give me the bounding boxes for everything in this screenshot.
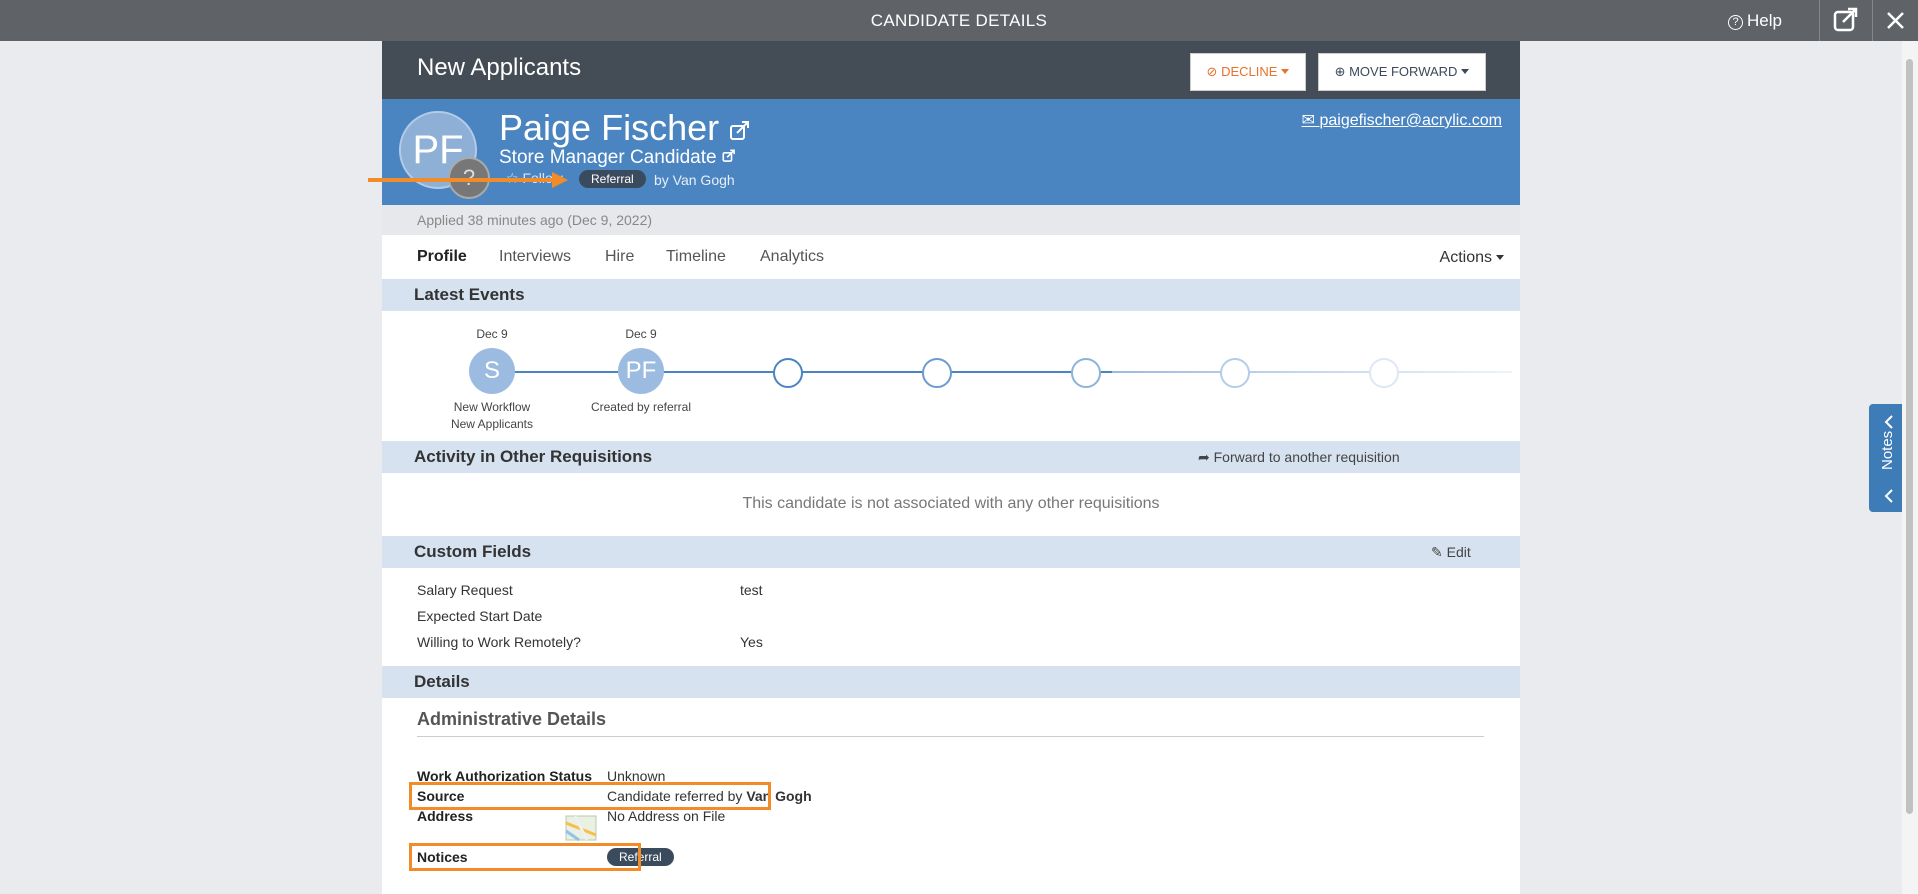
referral-badge: Referral <box>579 170 646 188</box>
details-header: Details <box>382 666 1520 698</box>
scrollbar-thumb[interactable] <box>1906 59 1913 814</box>
event-node[interactable]: PF <box>618 348 664 394</box>
help-label: Help <box>1747 11 1782 30</box>
decline-label: DECLINE <box>1221 64 1278 79</box>
event-caption-line: New Applicants <box>450 417 534 431</box>
actions-label: Actions <box>1439 249 1492 266</box>
decline-button[interactable]: ⊘ DECLINE <box>1190 53 1306 91</box>
tab-interviews[interactable]: Interviews <box>499 248 571 266</box>
forward-label: Forward to another requisition <box>1213 449 1400 465</box>
custom-fields-header: Custom Fields ✎ Edit <box>382 536 1520 568</box>
events-timeline: Dec 9 S New Workflow New Applicants Dec … <box>382 311 1520 441</box>
actions-menu[interactable]: Actions <box>1440 249 1504 267</box>
address-label: Address <box>417 808 474 824</box>
candidate-role-text: Store Manager Candidate <box>499 147 717 168</box>
email-text: paigefischer@acrylic.com <box>1319 112 1502 129</box>
edit-link-icon[interactable] <box>729 120 751 142</box>
move-forward-button[interactable]: ⊕ MOVE FORWARD <box>1318 53 1486 91</box>
field-value: test <box>740 582 763 598</box>
field-value: Yes <box>740 634 763 650</box>
empty-step <box>1220 358 1250 388</box>
profile-tabs: Profile Interviews Hire Timeline Analyti… <box>382 235 1520 279</box>
empty-step <box>1369 358 1399 388</box>
external-link-icon <box>1833 7 1858 32</box>
edit-label: Edit <box>1446 544 1471 560</box>
scrollbar[interactable] <box>1902 41 1918 894</box>
applied-bar: Applied 38 minutes ago (Dec 9, 2022) <box>382 205 1520 235</box>
custom-fields-title: Custom Fields <box>414 542 532 561</box>
chevron-down-icon <box>1461 69 1470 74</box>
details-title: Details <box>414 672 470 691</box>
event-date: Dec 9 <box>476 327 508 341</box>
field-label: Expected Start Date <box>417 608 543 624</box>
chevron-down-icon <box>1281 69 1290 74</box>
forward-circle-icon: ⊕ <box>1334 64 1346 79</box>
forward-requisition-link[interactable]: ➦ Forward to another requisition <box>1198 449 1400 466</box>
tab-hire[interactable]: Hire <box>605 248 634 266</box>
empty-step <box>773 358 803 388</box>
help-link[interactable]: ? Help <box>1728 0 1782 41</box>
candidate-email[interactable]: ✉ paigefischer@acrylic.com <box>1302 110 1502 130</box>
edit-link-icon[interactable] <box>722 149 736 163</box>
empty-step <box>1071 358 1101 388</box>
address-value: No Address on File <box>607 808 726 824</box>
help-icon: ? <box>1728 15 1744 30</box>
candidate-panel: New Applicants ⊘ DECLINE ⊕ MOVE FORWARD … <box>382 41 1520 894</box>
envelope-icon: ✉ <box>1301 112 1316 129</box>
field-label: Salary Request <box>417 582 513 598</box>
referrer-byline: by Van Gogh <box>654 172 735 188</box>
empty-step <box>922 358 952 388</box>
timeline-line-fade <box>1112 371 1512 373</box>
move-forward-label: MOVE FORWARD <box>1349 64 1458 79</box>
activity-header: Activity in Other Requisitions ➦ Forward… <box>382 441 1520 473</box>
field-label: Willing to Work Remotely? <box>417 634 581 650</box>
divider <box>417 736 1484 737</box>
source-highlight <box>409 782 771 810</box>
applied-text: Applied 38 minutes ago (Dec 9, 2022) <box>417 212 653 228</box>
annotation-arrow-icon <box>368 172 568 188</box>
tab-analytics[interactable]: Analytics <box>760 248 824 266</box>
stage-bar: New Applicants ⊘ DECLINE ⊕ MOVE FORWARD <box>382 41 1520 99</box>
stage-title: New Applicants <box>417 54 582 81</box>
notes-label: Notes <box>1879 430 1896 470</box>
candidate-name-text: Paige Fischer <box>499 107 720 148</box>
chevron-down-icon <box>1496 255 1504 260</box>
close-button[interactable] <box>1872 0 1918 41</box>
candidate-name[interactable]: Paige Fischer <box>499 107 751 149</box>
activity-title: Activity in Other Requisitions <box>414 447 653 466</box>
event-caption: New Workflow New Applicants <box>427 399 557 433</box>
candidate-role[interactable]: Store Manager Candidate <box>499 147 736 169</box>
tab-profile[interactable]: Profile <box>417 248 467 266</box>
event-caption-line: New Workflow <box>453 400 531 414</box>
tab-timeline[interactable]: Timeline <box>666 248 726 266</box>
no-requisitions-message: This candidate is not associated with an… <box>742 495 1160 512</box>
event-node[interactable]: S <box>469 348 515 394</box>
latest-events-title: Latest Events <box>414 285 525 304</box>
event-date: Dec 9 <box>625 327 657 341</box>
decline-icon: ⊘ <box>1206 64 1218 79</box>
share-arrow-icon: ➦ <box>1198 449 1210 465</box>
event-caption: Created by referral <box>576 399 706 416</box>
close-icon <box>1887 12 1904 29</box>
edit-custom-fields-button[interactable]: ✎ Edit <box>1431 544 1471 561</box>
window-title: CANDIDATE DETAILS <box>870 11 1048 30</box>
top-bar: CANDIDATE DETAILS ? Help <box>0 0 1918 41</box>
popout-button[interactable] <box>1819 0 1872 41</box>
admin-details-title: Administrative Details <box>417 709 607 729</box>
notices-highlight <box>409 843 641 871</box>
event-caption-line: Created by referral <box>590 400 692 414</box>
edit-icon: ✎ <box>1431 544 1443 560</box>
latest-events-header: Latest Events <box>382 279 1520 311</box>
